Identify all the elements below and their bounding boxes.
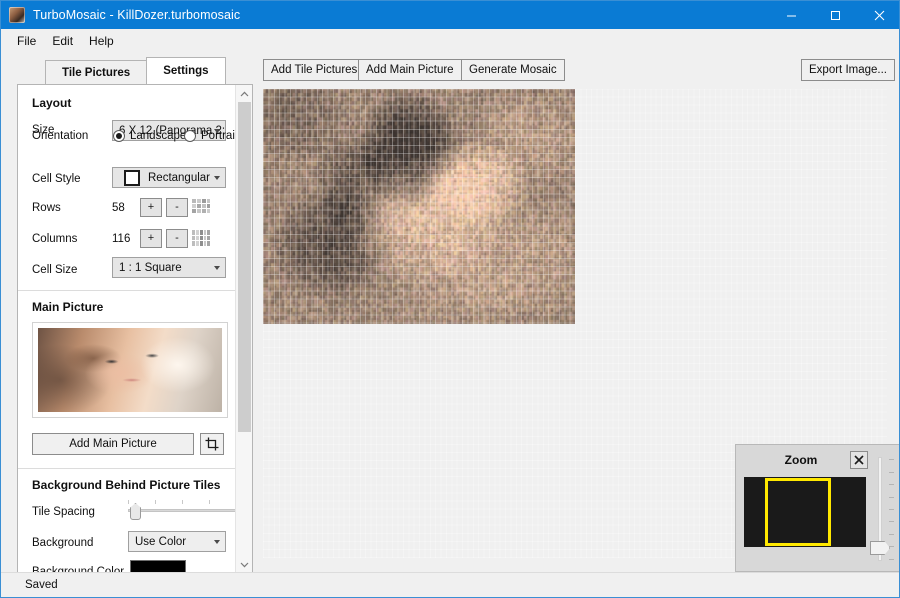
section-divider — [18, 290, 237, 291]
window-controls — [769, 1, 899, 29]
menu-item-edit[interactable]: Edit — [44, 32, 81, 50]
status-bar: Saved — [1, 572, 899, 597]
application-window: TurboMosaic - KillDozer.turbomosaic File… — [0, 0, 900, 598]
tile-spacing-label: Tile Spacing — [32, 506, 95, 518]
close-icon[interactable] — [857, 1, 899, 29]
zoom-thumbnail[interactable] — [744, 477, 866, 547]
rows-label: Rows — [32, 202, 61, 214]
title-bar: TurboMosaic - KillDozer.turbomosaic — [1, 1, 899, 29]
menu-item-help[interactable]: Help — [81, 32, 122, 50]
scroll-down-icon[interactable] — [236, 556, 252, 573]
app-icon — [9, 7, 25, 23]
settings-content: Layout Size 6 X 12 (Panorama 2: Orientat… — [18, 85, 238, 573]
chevron-down-icon — [214, 539, 220, 544]
cell-style-dropdown[interactable]: Rectangular — [112, 167, 226, 188]
tab-settings[interactable]: Settings — [146, 57, 226, 84]
zoom-panel-title: Zoom — [784, 453, 818, 467]
cell-size-dropdown[interactable]: 1 : 1 Square — [112, 257, 226, 278]
columns-value: 116 — [112, 233, 131, 245]
menu-bar: File Edit Help — [1, 29, 899, 52]
chevron-down-icon — [214, 265, 220, 270]
cell-style-value: Rectangular — [148, 171, 211, 184]
zoom-selection-rect[interactable] — [765, 478, 831, 546]
rows-increment-button[interactable]: + — [140, 198, 162, 217]
radio-selected-icon — [113, 130, 125, 142]
slider-thumb[interactable] — [130, 503, 141, 520]
export-image-button[interactable]: Export Image... — [801, 59, 895, 81]
orientation-landscape-label: Landscape — [130, 130, 187, 142]
orientation-landscape-radio[interactable]: Landscape — [113, 130, 186, 142]
slider-ticks — [128, 500, 236, 504]
background-section-title: Background Behind Picture Tiles — [32, 478, 221, 492]
slider-track — [128, 509, 236, 512]
rows-grid-icon[interactable] — [192, 199, 210, 215]
zoom-slider-ticks — [888, 457, 894, 561]
background-label: Background — [32, 537, 94, 549]
zoom-level-slider[interactable] — [870, 457, 894, 561]
menu-item-file[interactable]: File — [9, 32, 44, 50]
layout-section-title: Layout — [32, 96, 72, 110]
main-picture-section-title: Main Picture — [32, 300, 104, 314]
close-icon[interactable] — [850, 451, 868, 469]
add-main-picture-panel-button[interactable]: Add Main Picture — [32, 433, 194, 455]
rows-decrement-button[interactable]: - — [166, 198, 188, 217]
maximize-icon[interactable] — [813, 1, 857, 29]
status-text: Saved — [25, 579, 58, 591]
cell-size-value: 1 : 1 Square — [119, 261, 182, 274]
orientation-portrait-radio[interactable]: Portrait — [184, 130, 238, 142]
zoom-panel: Zoom — [735, 444, 899, 572]
section-divider — [18, 468, 237, 469]
main-picture-preview[interactable] — [32, 322, 228, 418]
columns-grid-icon[interactable] — [192, 230, 210, 246]
scrollbar-thumb[interactable] — [238, 102, 251, 432]
add-tile-pictures-button[interactable]: Add Tile Pictures — [263, 59, 366, 81]
scroll-up-icon[interactable] — [236, 85, 252, 102]
background-value: Use Color — [135, 535, 187, 548]
tab-strip: Tile Pictures Settings — [45, 57, 226, 84]
minimize-icon[interactable] — [769, 1, 813, 29]
cell-size-label: Cell Size — [32, 264, 78, 276]
toolbar: Add Tile Pictures Add Main Picture Gener… — [253, 52, 899, 89]
columns-increment-button[interactable]: + — [140, 229, 162, 248]
columns-label: Columns — [32, 233, 78, 245]
zoom-slider-thumb[interactable] — [870, 541, 890, 555]
square-shape-icon — [124, 169, 140, 186]
background-dropdown[interactable]: Use Color — [128, 531, 226, 552]
cell-style-label: Cell Style — [32, 173, 81, 185]
radio-unselected-icon — [184, 130, 196, 142]
rows-value: 58 — [112, 202, 125, 214]
add-main-picture-button[interactable]: Add Main Picture — [358, 59, 462, 81]
crop-icon[interactable] — [200, 433, 224, 455]
settings-scrollbar[interactable] — [235, 85, 252, 573]
window-title: TurboMosaic - KillDozer.turbomosaic — [33, 8, 241, 22]
settings-panel: Layout Size 6 X 12 (Panorama 2: Orientat… — [17, 84, 253, 574]
tab-tile-pictures[interactable]: Tile Pictures — [45, 60, 148, 84]
tile-spacing-slider[interactable] — [128, 500, 236, 520]
main-picture-image — [38, 328, 222, 412]
columns-decrement-button[interactable]: - — [166, 229, 188, 248]
chevron-down-icon — [214, 175, 220, 180]
orientation-portrait-label: Portrait — [201, 130, 239, 142]
orientation-label: Orientation — [32, 130, 89, 142]
left-pane: Tile Pictures Settings Layout Size 6 X 1… — [9, 52, 253, 574]
generate-mosaic-button[interactable]: Generate Mosaic — [461, 59, 565, 81]
